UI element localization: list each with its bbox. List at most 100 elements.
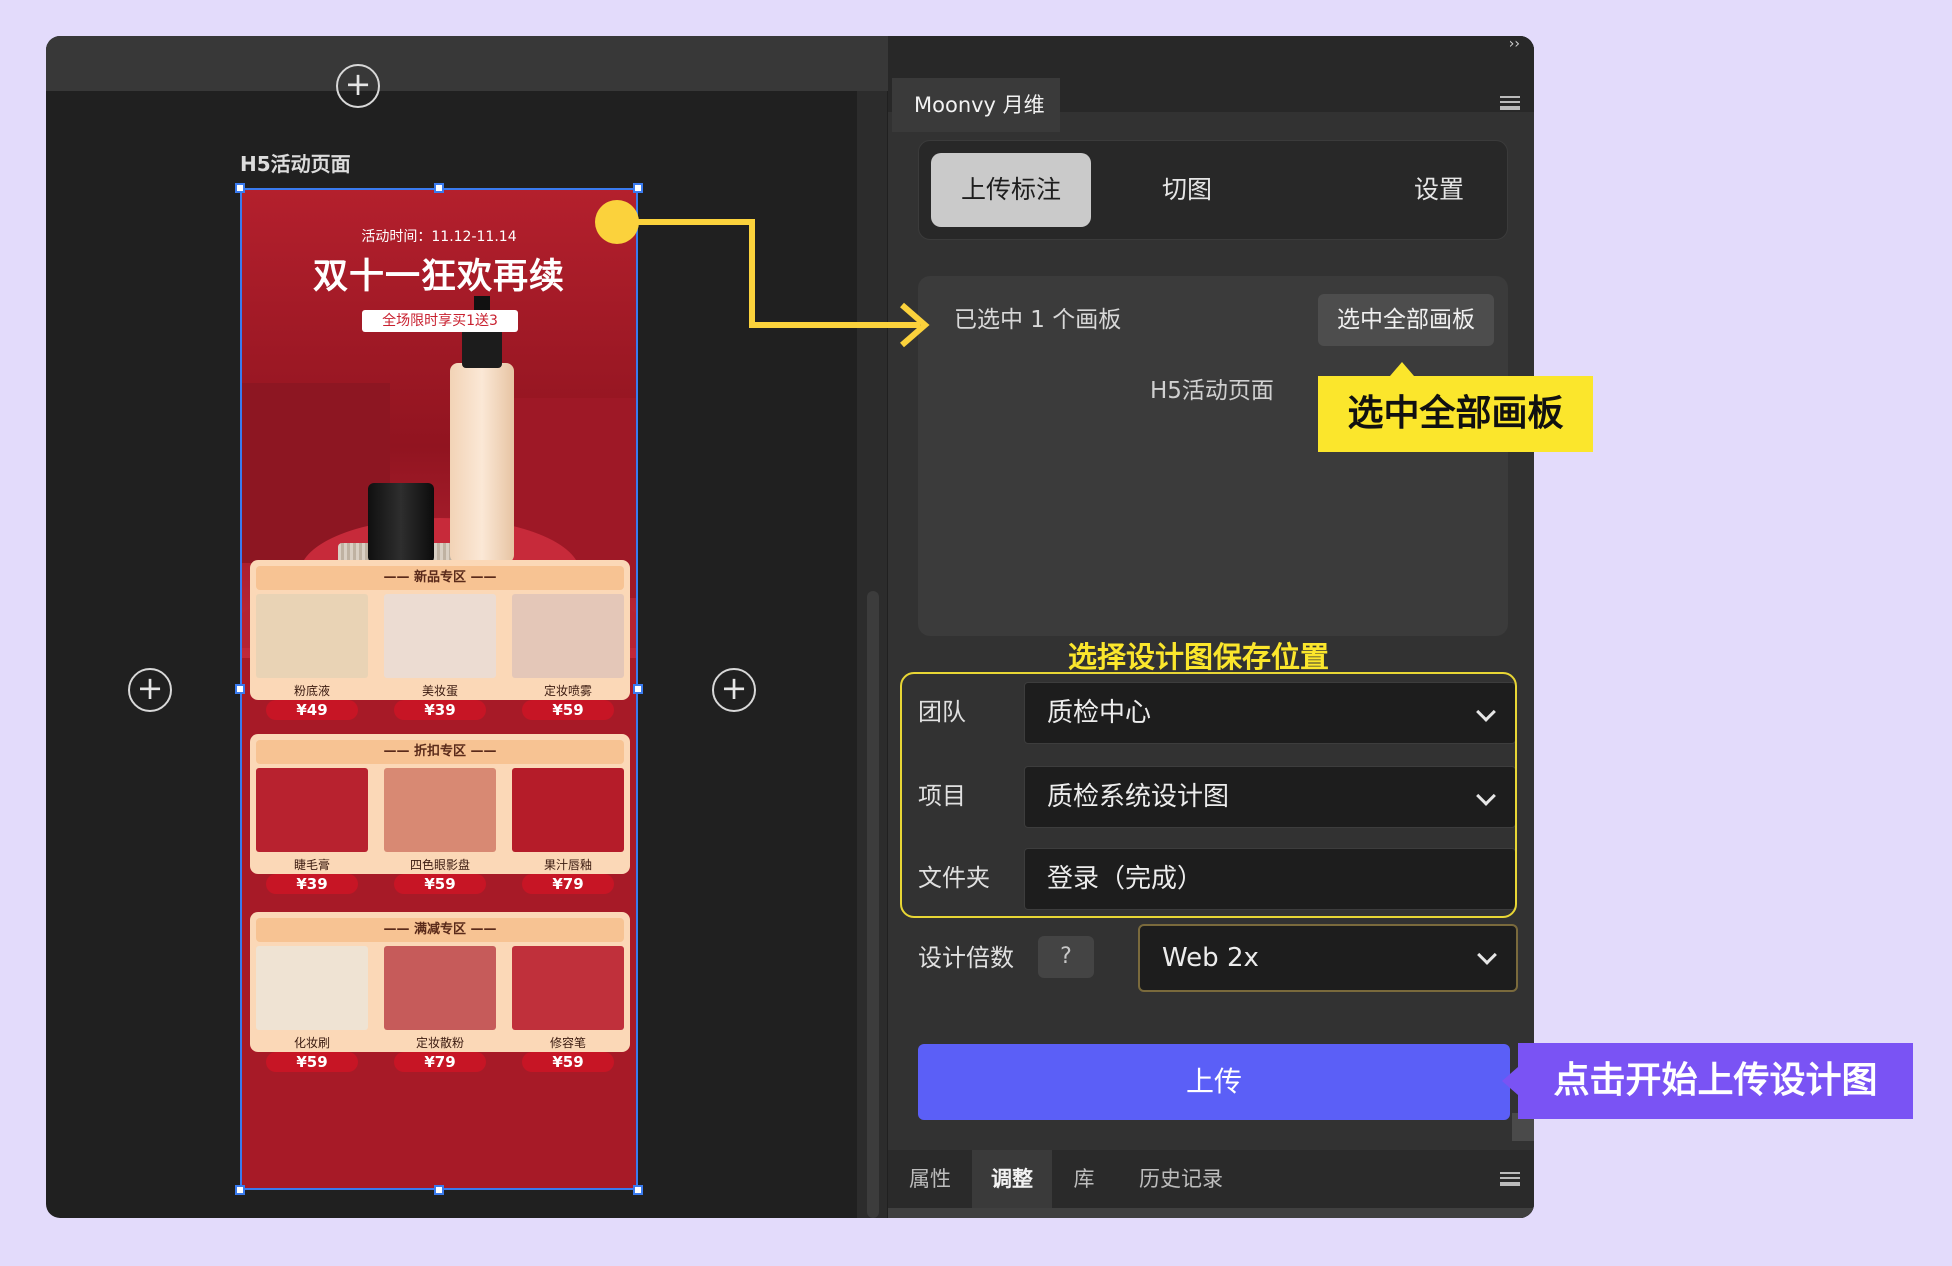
mode-switch: 上传标注 切图 设置 xyxy=(918,140,1508,240)
product-price: ¥39 xyxy=(266,874,358,894)
plugin-panel: ›› Moonvy 月维 上传标注 切图 设置 已选中 1 个画板 选中全部画板… xyxy=(888,36,1534,1218)
selection-box: 已选中 1 个画板 选中全部画板 H5活动页面 xyxy=(918,276,1508,636)
tab-moonvy[interactable]: Moonvy 月维 xyxy=(892,78,1060,132)
product-price: ¥39 xyxy=(394,700,486,720)
canvas-scrollbar[interactable] xyxy=(857,91,887,1218)
scale-value: Web 2x xyxy=(1162,943,1259,973)
section-discount: —— 折扣专区 —— 睫毛膏 ¥39 四色眼影盘 ¥59 果汁唇釉 ¥79 xyxy=(250,734,630,894)
product-card: 化妆刷 ¥59 xyxy=(256,946,368,1072)
product-image xyxy=(256,946,368,1030)
project-select[interactable]: 质检系统设计图 xyxy=(1024,766,1516,828)
chevron-down-icon xyxy=(1476,702,1496,722)
product-price: ¥59 xyxy=(394,874,486,894)
selected-count: 已选中 1 个画板 xyxy=(954,307,1122,333)
panel-tabbar: Moonvy 月维 xyxy=(888,56,1534,132)
product-image xyxy=(384,594,496,678)
product-name: 睫毛膏 xyxy=(293,858,330,872)
tab-settings[interactable]: 设置 xyxy=(1379,153,1499,227)
add-artboard-right-icon[interactable]: + xyxy=(712,668,756,712)
product-price: ¥59 xyxy=(522,700,614,720)
project-row: 项目 质检系统设计图 xyxy=(918,762,1518,830)
poster-time: 活动时间：11.12-11.14 xyxy=(361,229,517,245)
panel-menu-icon[interactable] xyxy=(1500,96,1520,110)
product-image xyxy=(384,946,496,1030)
tab-library[interactable]: 库 xyxy=(1052,1150,1116,1208)
product-image xyxy=(256,594,368,678)
team-label: 团队 xyxy=(918,698,966,726)
tab-upload-annotation[interactable]: 上传标注 xyxy=(931,153,1091,227)
tab-history[interactable]: 历史记录 xyxy=(1116,1150,1246,1208)
cream-jar-image xyxy=(368,483,434,563)
product-card: 四色眼影盘 ¥59 xyxy=(384,768,496,894)
resize-handle-r[interactable] xyxy=(633,684,643,694)
folder-field[interactable]: 登录（完成） xyxy=(1024,848,1516,910)
team-row: 团队 质检中心 xyxy=(918,678,1518,746)
select-all-artboards-button[interactable]: 选中全部画板 xyxy=(1318,294,1494,346)
bottom-menu-icon[interactable] xyxy=(1500,1172,1520,1186)
artboard-label: H5活动页面 xyxy=(240,152,351,176)
foundation-bottle-image xyxy=(450,363,514,563)
product-price: ¥79 xyxy=(394,1052,486,1072)
product-card: 睫毛膏 ¥39 xyxy=(256,768,368,894)
project-value: 质检系统设计图 xyxy=(1047,782,1230,812)
product-image xyxy=(384,768,496,852)
resize-handle-bl[interactable] xyxy=(235,1185,245,1195)
scale-select[interactable]: Web 2x xyxy=(1138,924,1518,992)
chevron-down-icon xyxy=(1477,945,1497,965)
product-price: ¥59 xyxy=(266,1052,358,1072)
product-price: ¥49 xyxy=(266,700,358,720)
callout-select-all: 选中全部画板 xyxy=(1318,362,1593,452)
tab-properties[interactable]: 属性 xyxy=(888,1150,972,1208)
scale-row: 设计倍数 ? Web 2x xyxy=(918,924,1518,992)
scrollbar-thumb[interactable] xyxy=(867,591,879,1218)
product-price: ¥79 xyxy=(522,874,614,894)
resize-handle-l[interactable] xyxy=(235,684,245,694)
product-card: 定妆喷雾 ¥59 xyxy=(512,594,624,720)
add-artboard-top-icon[interactable]: + xyxy=(336,64,380,108)
bottom-tabbar: 属性 调整 库 历史记录 xyxy=(888,1150,1534,1208)
tab-adjust[interactable]: 调整 xyxy=(972,1150,1052,1208)
product-card: 果汁唇釉 ¥79 xyxy=(512,768,624,894)
product-card: 修容笔 ¥59 xyxy=(512,946,624,1072)
artboard[interactable]: 活动时间：11.12-11.14 双十一狂欢再续 全场限时享买1送3 —— 新品… xyxy=(240,188,638,1190)
resize-handle-b[interactable] xyxy=(434,1185,444,1195)
project-label: 项目 xyxy=(918,782,966,810)
product-image xyxy=(512,594,624,678)
folder-label: 文件夹 xyxy=(918,864,990,892)
collapse-icon[interactable]: ›› xyxy=(1509,36,1520,52)
section-reduction: —— 满减专区 —— 化妆刷 ¥59 定妆散粉 ¥79 修容笔 ¥59 xyxy=(250,912,630,1072)
resize-handle-tl[interactable] xyxy=(235,183,245,193)
product-card: 美妆蛋 ¥39 xyxy=(384,594,496,720)
product-image xyxy=(512,946,624,1030)
product-name: 美妆蛋 xyxy=(421,684,458,698)
section-new: —— 新品专区 —— 粉底液 ¥49 美妆蛋 ¥39 定妆喷雾 ¥59 xyxy=(250,560,630,720)
add-artboard-left-icon[interactable]: + xyxy=(128,668,172,712)
tab-slice[interactable]: 切图 xyxy=(1127,153,1247,227)
product-name: 定妆散粉 xyxy=(415,1036,464,1050)
chevron-down-icon xyxy=(1476,786,1496,806)
app-window: + + + H5活动页面 活动时间：11.12-11.14 双十一狂欢再续 全场… xyxy=(46,36,1534,1218)
resize-handle-br[interactable] xyxy=(633,1185,643,1195)
poster-badge: 全场限时享买1送3 xyxy=(362,310,518,332)
callout-save-location: 选择设计图保存位置 xyxy=(1068,640,1330,674)
product-card: 粉底液 ¥49 xyxy=(256,594,368,720)
section-title: —— 折扣专区 —— xyxy=(256,740,624,764)
product-name: 四色眼影盘 xyxy=(409,858,470,872)
section-title: —— 新品专区 —— xyxy=(256,566,624,590)
product-image xyxy=(512,768,624,852)
help-icon[interactable]: ? xyxy=(1038,936,1094,978)
resize-handle-tr[interactable] xyxy=(633,183,643,193)
team-value: 质检中心 xyxy=(1047,698,1152,728)
selected-artboard-name: H5活动页面 xyxy=(1150,378,1274,404)
canvas-toolbar xyxy=(46,36,888,91)
product-image xyxy=(256,768,368,852)
product-name: 化妆刷 xyxy=(293,1036,330,1050)
team-select[interactable]: 质检中心 xyxy=(1024,682,1516,744)
resize-handle-t[interactable] xyxy=(434,183,444,193)
product-name: 果汁唇釉 xyxy=(543,858,592,872)
upload-button[interactable]: 上传 xyxy=(918,1044,1510,1120)
section-title: —— 满减专区 —— xyxy=(256,918,624,942)
poster-title: 双十一狂欢再续 xyxy=(312,257,565,297)
product-name: 粉底液 xyxy=(293,684,330,698)
scale-label: 设计倍数 xyxy=(918,944,1014,972)
